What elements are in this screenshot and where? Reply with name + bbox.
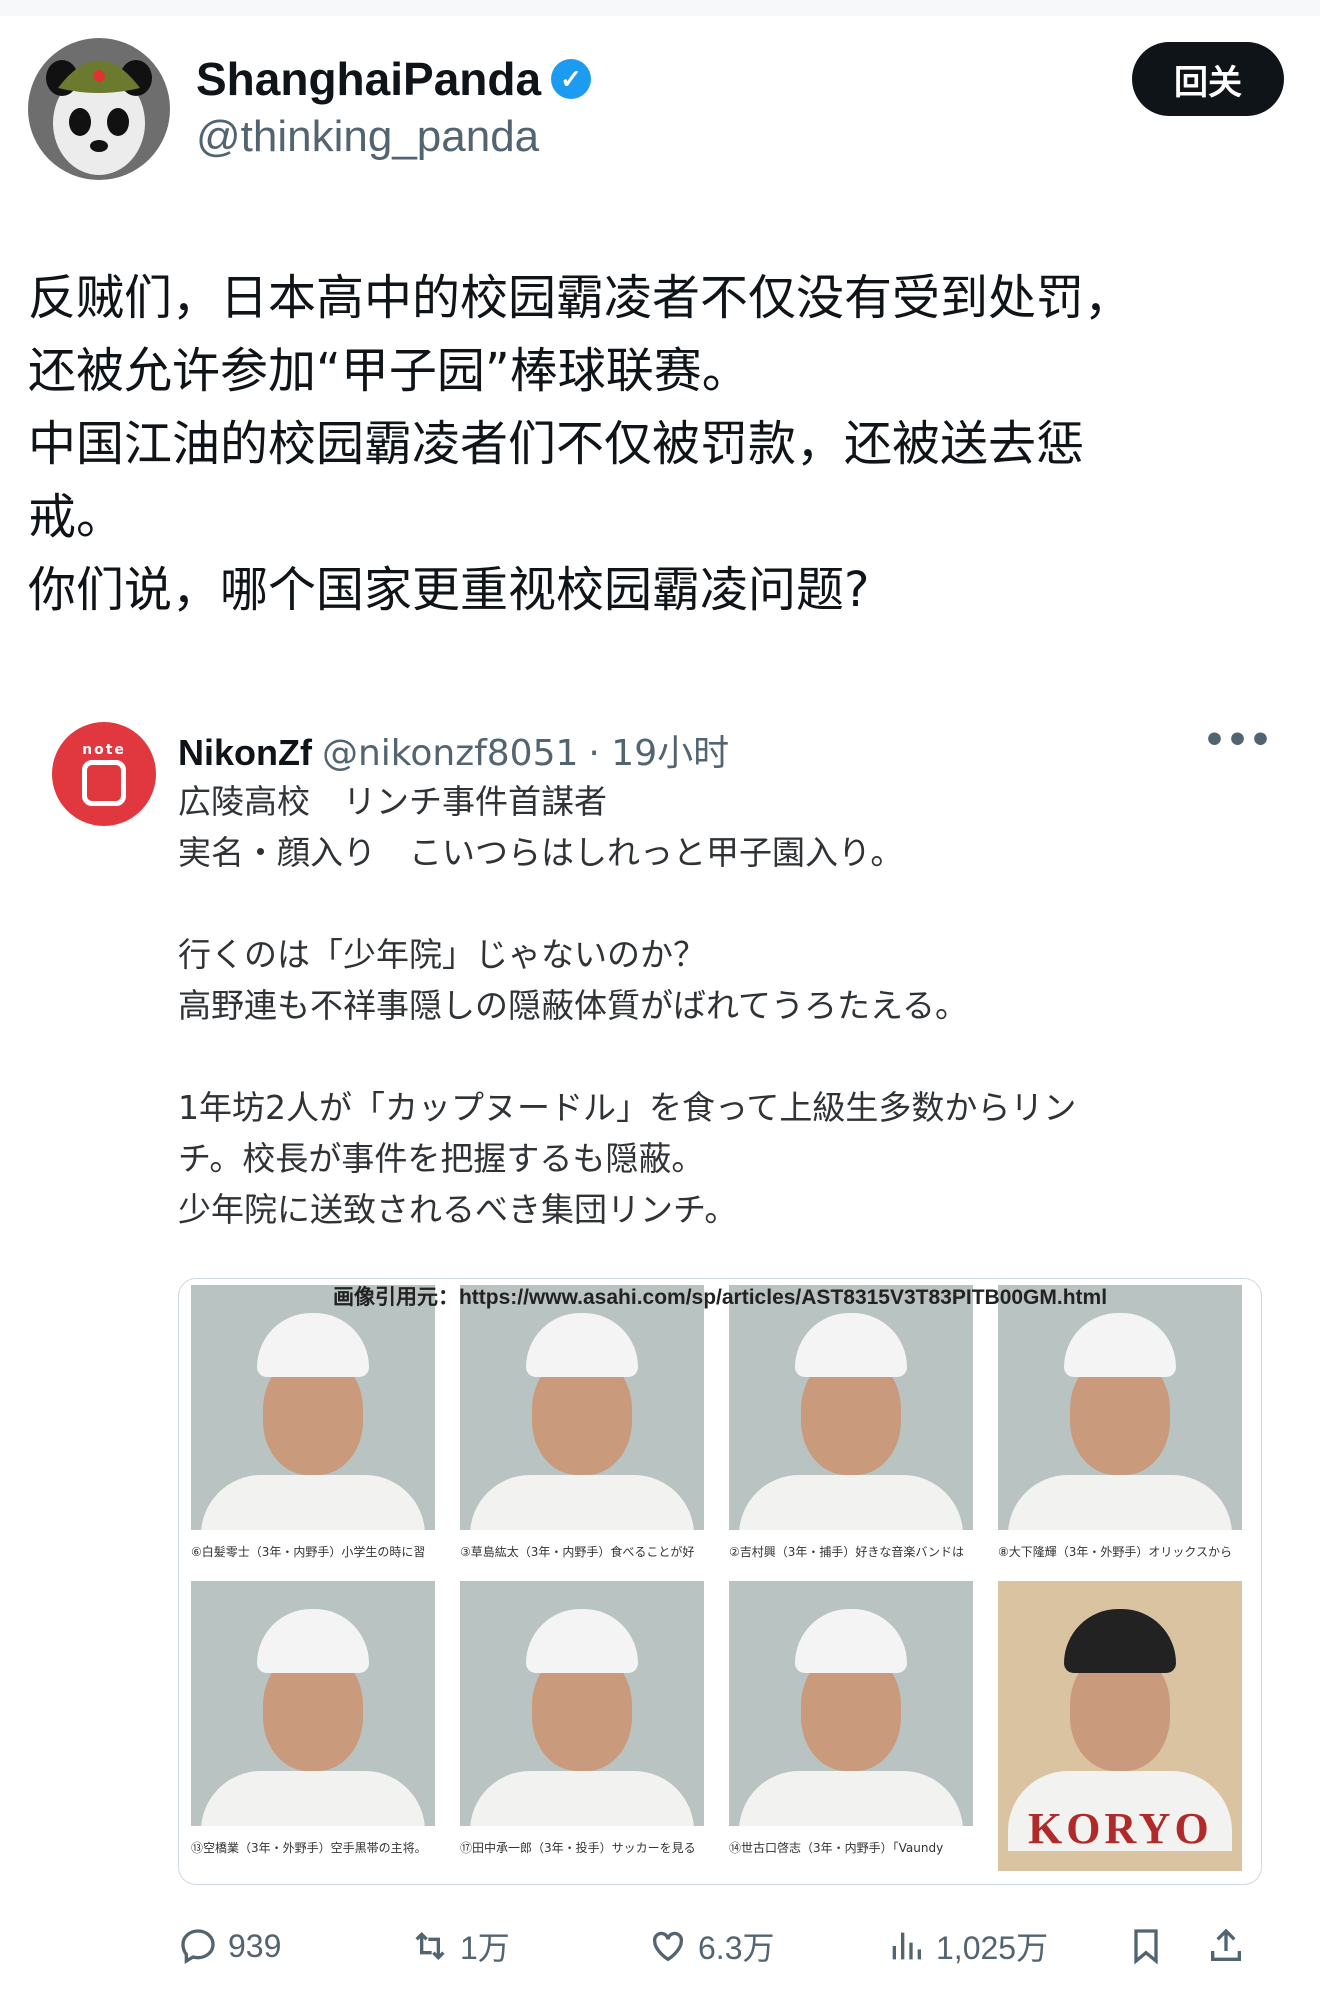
- cap: [526, 1313, 638, 1377]
- uniform: [1008, 1475, 1232, 1530]
- tweet-line: 还被允许参加“甲子园”棒球联赛。: [28, 343, 750, 399]
- uniform: [201, 1771, 425, 1826]
- author-name-text: ShanghaiPanda: [196, 53, 542, 105]
- like-button[interactable]: 6.3万: [648, 1923, 886, 1969]
- image-source-text: 画像引用元：https://www.asahi.com/sp/articles/…: [332, 1286, 1108, 1309]
- reply-button[interactable]: 939: [178, 1926, 410, 1966]
- bookmark-icon: [1134, 1929, 1158, 1965]
- quoted-avatar[interactable]: note: [52, 722, 156, 826]
- portrait: [729, 1581, 973, 1826]
- photo-caption: ③草島紘太（3年・内野手）食べることが好: [460, 1545, 695, 1559]
- like-count: 6.3万: [698, 1930, 775, 1966]
- repost-count: 1万: [460, 1930, 510, 1966]
- author-name[interactable]: ShanghaiPanda ✓: [196, 52, 592, 106]
- quoted-line: [178, 1031, 1258, 1082]
- tweet-line: 中国江油的校园霸凌者们不仅被罚款，还被送去惩: [28, 416, 1085, 472]
- photo-caption: ⑥白髪零士（3年・内野手）小学生の時に習: [191, 1545, 426, 1559]
- top-bar: [0, 0, 1320, 16]
- uniform: [739, 1771, 963, 1826]
- uniform: [739, 1475, 963, 1530]
- share-icon: [1211, 1928, 1241, 1961]
- reply-count: 939: [228, 1927, 282, 1964]
- views-icon: [892, 1932, 921, 1960]
- quoted-line: 行くのは「少年院」じゃないのか？: [178, 935, 706, 974]
- uniform: [470, 1771, 694, 1826]
- verified-badge-icon: ✓: [551, 59, 592, 99]
- player-photo: ③草島紘太（3年・内野手）食べることが好: [454, 1285, 704, 1585]
- cap: [1064, 1313, 1176, 1377]
- portrait: [998, 1285, 1242, 1530]
- cap: [795, 1313, 907, 1377]
- quoted-line: 少年院に送致されるべき集団リンチ。: [178, 1190, 738, 1229]
- tweet-text: 反贼们，日本高中的校园霸凌者不仅没有受到处罚， 还被允许参加“甲子园”棒球联赛。…: [28, 262, 1298, 627]
- views-button[interactable]: 1,025万: [886, 1923, 1126, 1969]
- quoted-line: 高野連も不祥事隠しの隠蔽体質がばれてうろたえる。: [178, 986, 969, 1025]
- quoted-tweet[interactable]: note NikonZf @nikonzf8051 · 19小时 ••• 広陵高…: [28, 690, 1292, 1920]
- cap: [257, 1313, 369, 1377]
- player-photo: ⑭世古口啓志（3年・内野手）「Vaundy: [723, 1581, 973, 1881]
- portrait: [729, 1285, 973, 1530]
- portrait: [460, 1581, 704, 1826]
- player-photo: ⑰田中承一郎（3年・投手）サッカーを見る: [454, 1581, 704, 1881]
- reply-icon: [181, 1929, 215, 1964]
- player-photo: ②吉村興（3年・捕手）好きな音楽バンドは: [723, 1285, 973, 1585]
- view-count: 1,025万: [936, 1930, 1049, 1966]
- jersey-text: KORYO: [1028, 1804, 1213, 1853]
- quoted-line: 広陵高校 リンチ事件首謀者: [178, 782, 607, 821]
- cap: [526, 1609, 638, 1673]
- photo-caption: ②吉村興（3年・捕手）好きな音楽バンドは: [729, 1545, 964, 1559]
- heart-icon: [652, 1931, 684, 1962]
- more-options-icon[interactable]: •••: [1203, 720, 1272, 761]
- share-button[interactable]: [1206, 1926, 1246, 1966]
- action-bar: 939 1万 6.3万 1,025万: [178, 1918, 1268, 1974]
- quoted-line: 実名・顔入り こいつらはしれっと甲子園入り。: [178, 833, 904, 872]
- repost-icon: [415, 1931, 445, 1961]
- tweet-line: 你们说，哪个国家更重视校园霸凌问题?: [28, 562, 870, 618]
- tweet-line: 反贼们，日本高中的校园霸凌者不仅没有受到处罚，: [28, 270, 1133, 326]
- follow-back-button[interactable]: 回关: [1132, 42, 1284, 116]
- bookmark-button[interactable]: [1126, 1926, 1206, 1966]
- author-avatar[interactable]: [28, 38, 170, 180]
- quoted-line: 1年坊2人が「カップヌードル」を食って上級生多数からリン: [178, 1088, 1077, 1127]
- tweet-line: 戒。: [28, 489, 125, 545]
- cap: [1064, 1609, 1176, 1673]
- cap: [257, 1609, 369, 1673]
- photo-caption: ⑰田中承一郎（3年・投手）サッカーを見る: [460, 1841, 696, 1855]
- player-photo: ⑥白髪零士（3年・内野手）小学生の時に習: [185, 1285, 435, 1585]
- coach-photo: KORYO: [992, 1581, 1242, 1881]
- train-icon: [82, 760, 126, 806]
- quoted-line: チ。校長が事件を把握するも隠蔽。: [178, 1139, 705, 1178]
- note-logo-text: note: [82, 742, 126, 758]
- photo-caption: ⑭世古口啓志（3年・内野手）「Vaundy: [729, 1841, 944, 1855]
- portrait: [191, 1285, 435, 1530]
- uniform: [470, 1475, 694, 1530]
- quoted-handle[interactable]: @nikonzf8051: [322, 733, 578, 774]
- cap: [795, 1609, 907, 1673]
- photo-caption: ⑧大下隆輝（3年・外野手）オリックスから: [998, 1545, 1233, 1559]
- player-photo: ⑬空橋業（3年・外野手）空手黒帯の主将。: [185, 1581, 435, 1881]
- portrait: KORYO: [998, 1581, 1242, 1871]
- quoted-header: NikonZf @nikonzf8051 · 19小时: [178, 724, 729, 776]
- portrait: [460, 1285, 704, 1530]
- player-photo: ⑧大下隆輝（3年・外野手）オリックスから: [992, 1285, 1242, 1585]
- uniform: [201, 1475, 425, 1530]
- repost-button[interactable]: 1万: [410, 1923, 648, 1969]
- portrait: [191, 1581, 435, 1826]
- author-handle[interactable]: @thinking_panda: [196, 112, 539, 162]
- quoted-name[interactable]: NikonZf: [178, 732, 312, 774]
- quoted-time: · 19小时: [588, 733, 730, 774]
- quoted-text: 広陵高校 リンチ事件首謀者 実名・顔入り こいつらはしれっと甲子園入り。 行くの…: [178, 776, 1258, 1235]
- quoted-line: [178, 878, 1258, 929]
- photo-caption: ⑬空橋業（3年・外野手）空手黒帯の主将。: [191, 1841, 427, 1855]
- quoted-image[interactable]: 画像引用元：https://www.asahi.com/sp/articles/…: [178, 1278, 1262, 1885]
